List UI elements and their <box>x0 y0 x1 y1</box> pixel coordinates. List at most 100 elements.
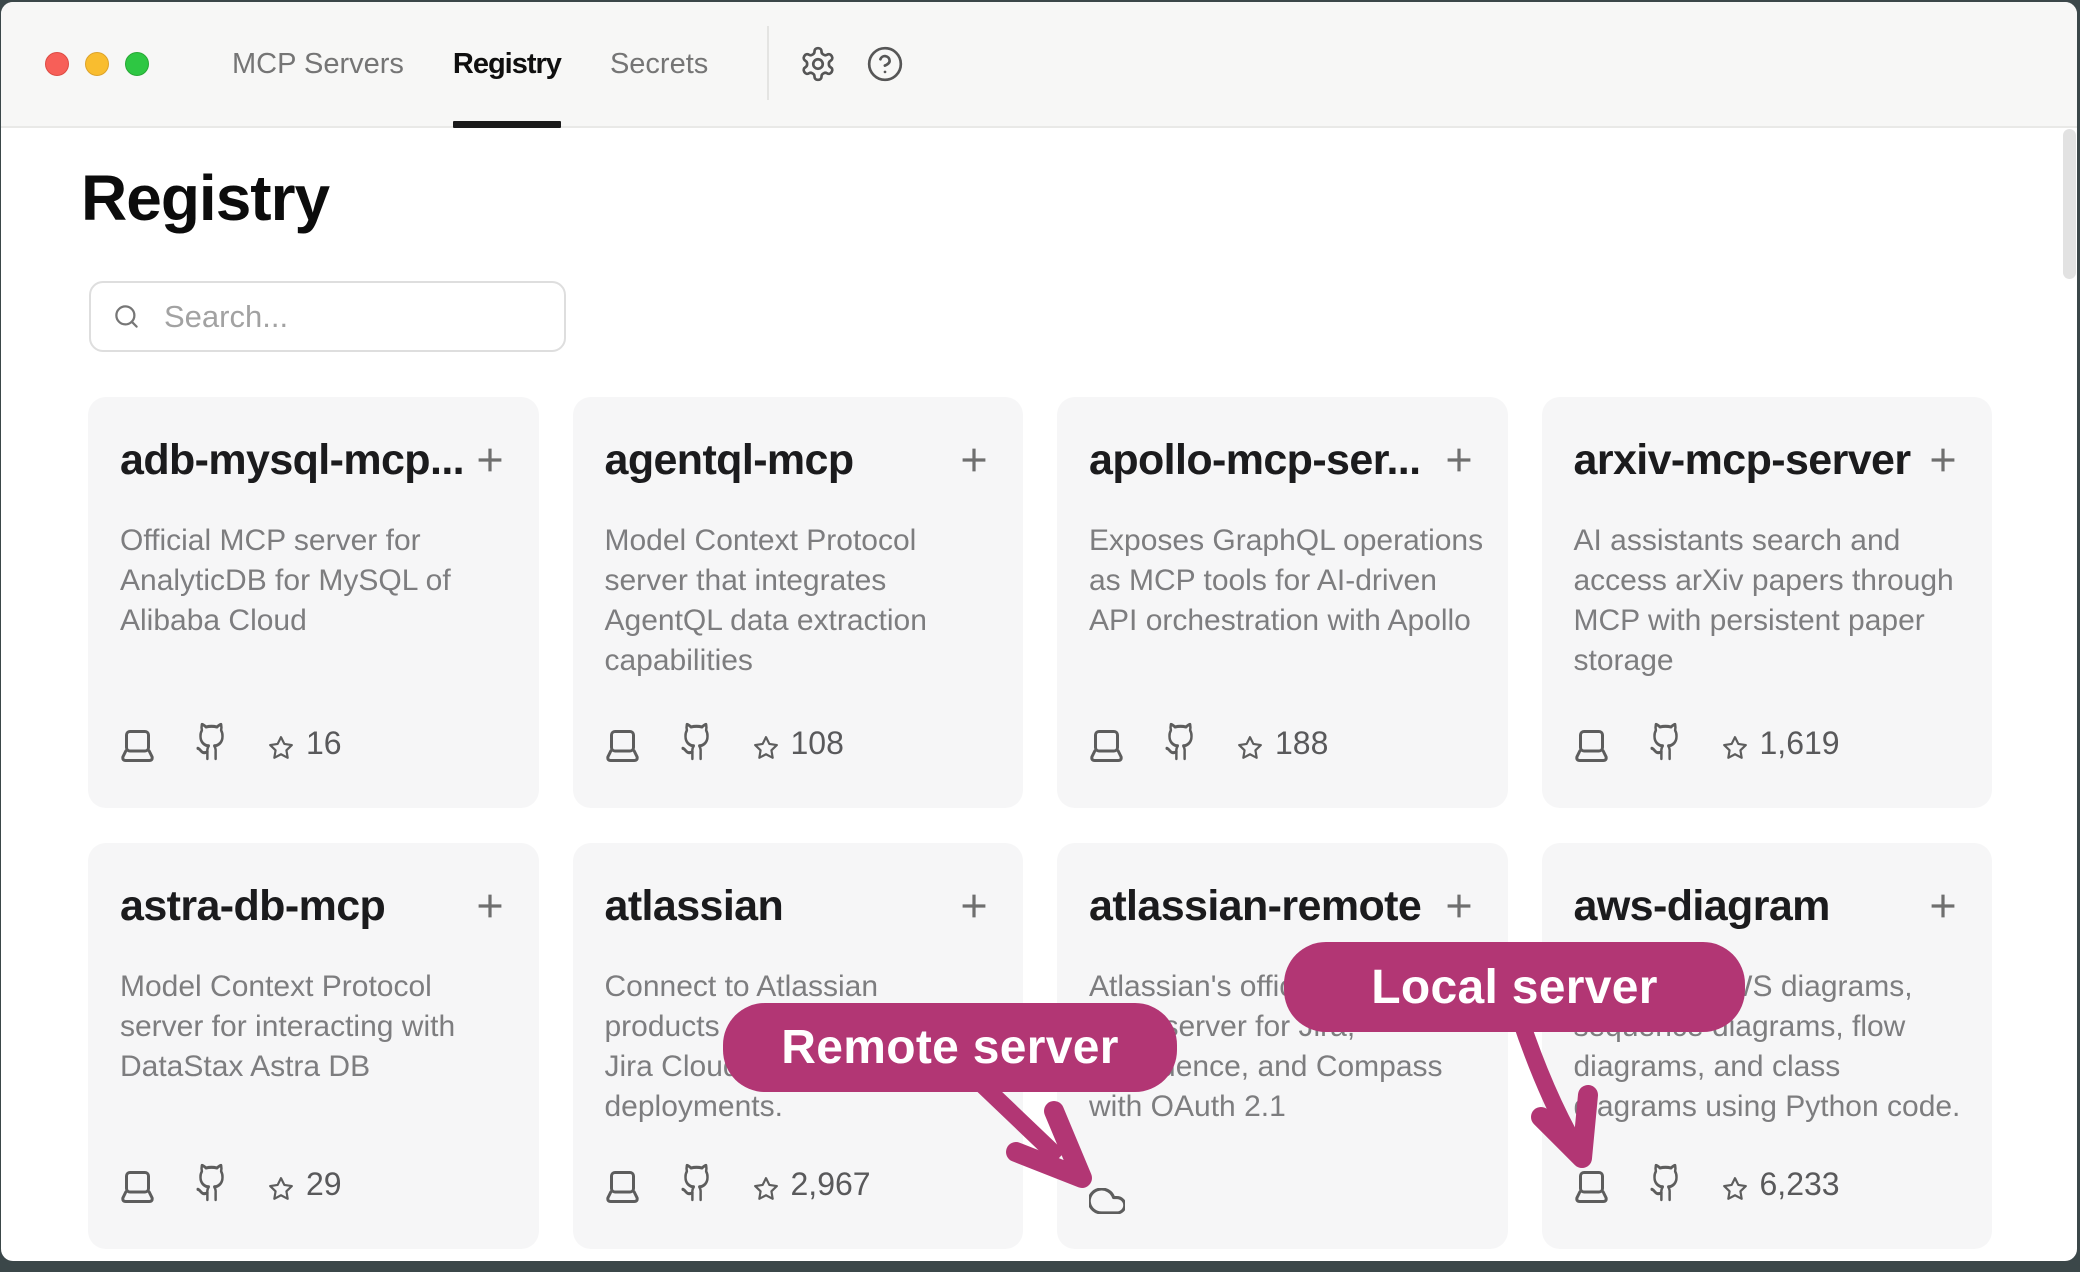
star-icon <box>753 735 779 761</box>
description-line: access arXiv papers through <box>1574 561 1957 601</box>
card-footer: 188 <box>1089 730 1472 762</box>
search-box <box>89 281 566 352</box>
server-card[interactable]: aws-diagram Generate AWS diagrams,sequen… <box>1542 843 1993 1249</box>
star-icon <box>1722 1176 1748 1202</box>
annotation-local-server: Local server <box>1284 942 1745 1032</box>
description-line: Model Context Protocol <box>120 967 503 1007</box>
description-line: Model Context Protocol <box>605 521 988 561</box>
help-button[interactable] <box>866 45 904 83</box>
description-line: with OAuth 2.1 <box>1089 1087 1472 1127</box>
star-count-group: 1,619 <box>1722 727 1840 762</box>
laptop-icon <box>1574 1171 1609 1203</box>
plus-icon <box>1930 893 1956 919</box>
server-card[interactable]: agentql-mcp Model Context Protocolserver… <box>573 397 1024 808</box>
server-name: agentql-mcp <box>605 435 854 485</box>
description-line: deployments. <box>605 1087 988 1127</box>
add-server-button[interactable] <box>961 447 987 473</box>
cloud-icon <box>1089 1188 1125 1214</box>
add-server-button[interactable] <box>1446 447 1472 473</box>
description-line: API orchestration with Apollo <box>1089 601 1472 641</box>
plus-icon <box>961 893 987 919</box>
laptop-icon <box>605 1171 640 1203</box>
description-line: server that integrates <box>605 561 988 601</box>
laptop-icon <box>1089 730 1124 762</box>
server-card[interactable]: adb-mysql-mcp... Official MCP server for… <box>88 397 539 808</box>
server-name: atlassian-remote <box>1089 881 1421 931</box>
star-count-group: 16 <box>268 727 342 762</box>
server-description: Official MCP server forAnalyticDB for My… <box>120 521 503 641</box>
card-footer: 108 <box>605 730 988 762</box>
add-server-button[interactable] <box>961 893 987 919</box>
star-icon <box>268 735 294 761</box>
card-footer: 29 <box>120 1171 503 1203</box>
card-header: agentql-mcp <box>605 435 988 485</box>
github-icon <box>680 721 713 762</box>
star-icon <box>268 1176 294 1202</box>
minimize-button[interactable] <box>85 52 109 76</box>
description-line: AI assistants search and <box>1574 521 1957 561</box>
tab-secrets[interactable]: Secrets <box>610 2 708 126</box>
tab-label: Secrets <box>610 48 708 81</box>
card-header: aws-diagram <box>1574 881 1957 931</box>
add-server-button[interactable] <box>1930 447 1956 473</box>
star-count-group: 188 <box>1237 727 1328 762</box>
description-line: storage <box>1574 641 1957 681</box>
tab-mcp-servers[interactable]: MCP Servers <box>232 2 404 126</box>
github-icon <box>1164 721 1197 762</box>
zoom-button[interactable] <box>125 52 149 76</box>
star-icon <box>1237 735 1263 761</box>
server-card[interactable]: astra-db-mcp Model Context Protocolserve… <box>88 843 539 1249</box>
titlebar-divider <box>767 26 769 100</box>
add-server-button[interactable] <box>1446 893 1472 919</box>
laptop-icon <box>605 730 640 762</box>
settings-button[interactable] <box>799 45 837 83</box>
question-circle-icon <box>866 45 904 83</box>
github-icon <box>195 721 228 762</box>
github-icon <box>1649 1162 1682 1203</box>
page-title: Registry <box>81 162 329 234</box>
description-line: Connect to Atlassian <box>605 967 988 1007</box>
card-footer <box>1089 1171 1472 1203</box>
plus-icon <box>1446 447 1472 473</box>
description-line: AgentQL data extraction <box>605 601 988 641</box>
description-line: as MCP tools for AI-driven <box>1089 561 1472 601</box>
scrollbar-thumb[interactable] <box>2063 129 2076 279</box>
star-count: 1,619 <box>1760 726 1840 761</box>
description-line: capabilities <box>605 641 988 681</box>
star-count: 2,967 <box>791 1167 871 1202</box>
search-icon <box>113 303 140 330</box>
search-input[interactable] <box>164 283 564 350</box>
add-server-button[interactable] <box>477 447 503 473</box>
server-name: adb-mysql-mcp... <box>120 435 464 485</box>
star-count-group: 29 <box>268 1168 342 1203</box>
card-header: adb-mysql-mcp... <box>120 435 503 485</box>
card-footer: 1,619 <box>1574 730 1957 762</box>
server-description: AI assistants search andaccess arXiv pap… <box>1574 521 1957 681</box>
description-line: AnalyticDB for MySQL of <box>120 561 503 601</box>
github-icon <box>1649 721 1682 762</box>
plus-icon <box>477 447 503 473</box>
star-count-group: 2,967 <box>753 1168 871 1203</box>
star-count: 108 <box>791 726 844 761</box>
server-card[interactable]: arxiv-mcp-server AI assistants search an… <box>1542 397 1993 808</box>
server-description: Model Context Protocolserver for interac… <box>120 967 503 1087</box>
description-line: DataStax Astra DB <box>120 1047 503 1087</box>
gear-icon <box>799 45 837 83</box>
card-header: astra-db-mcp <box>120 881 503 931</box>
desktop-background: MCP Servers Registry Secrets Registry adb-… <box>0 0 2080 1272</box>
server-grid: adb-mysql-mcp... Official MCP server for… <box>88 397 1992 1249</box>
server-card[interactable]: apollo-mcp-ser... Exposes GraphQL operat… <box>1057 397 1508 808</box>
plus-icon <box>477 893 503 919</box>
close-button[interactable] <box>45 52 69 76</box>
add-server-button[interactable] <box>1930 893 1956 919</box>
server-name: astra-db-mcp <box>120 881 385 931</box>
description-line: Official MCP server for <box>120 521 503 561</box>
add-server-button[interactable] <box>477 893 503 919</box>
star-count: 6,233 <box>1760 1167 1840 1202</box>
tab-registry[interactable]: Registry <box>453 2 561 126</box>
server-description: Model Context Protocolserver that integr… <box>605 521 988 681</box>
star-count-group: 108 <box>753 727 844 762</box>
description-line: diagrams using Python code. <box>1574 1087 1957 1127</box>
card-footer: 16 <box>120 730 503 762</box>
laptop-icon <box>1574 730 1609 762</box>
